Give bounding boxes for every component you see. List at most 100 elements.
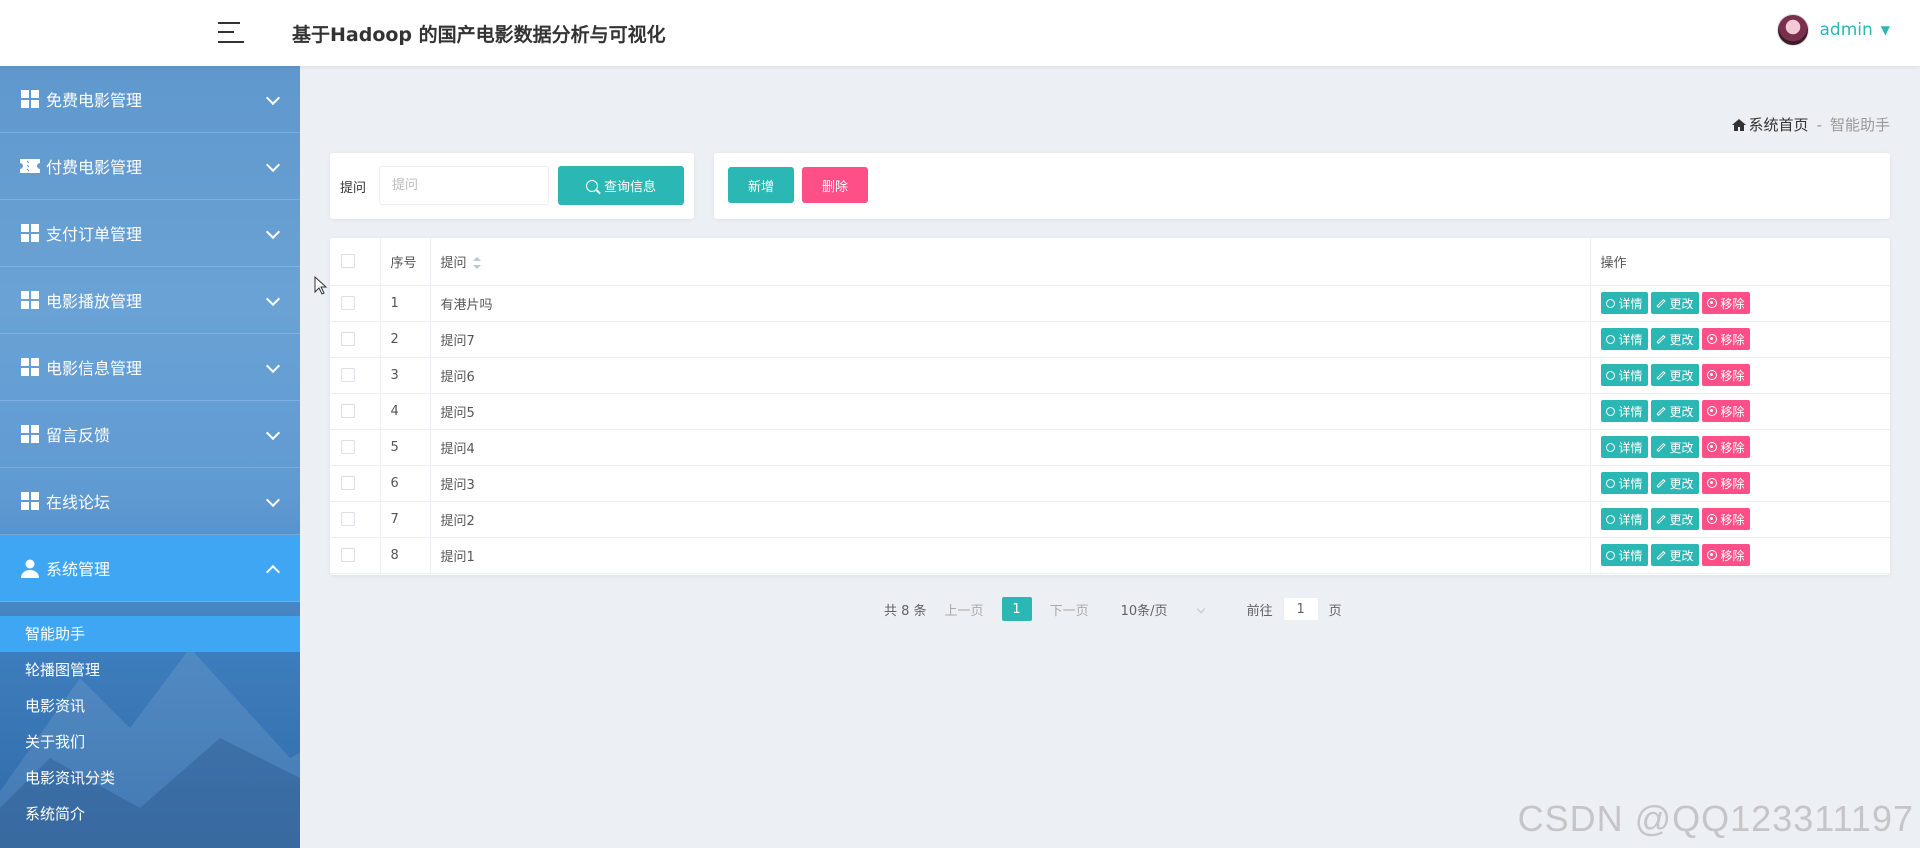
sidebar: 免费电影管理 付费电影管理 支付订单管理 电影播放管理 电影信息管理 留言反馈 …: [0, 66, 300, 848]
row-checkbox[interactable]: [341, 476, 355, 490]
edit-button[interactable]: 更改: [1650, 436, 1699, 458]
sidebar-item-free-movies[interactable]: 免费电影管理: [0, 66, 300, 133]
row-checkbox[interactable]: [341, 368, 355, 382]
detail-button[interactable]: 详情: [1600, 292, 1648, 314]
detail-label: 详情: [1618, 440, 1643, 455]
remove-button[interactable]: 移除: [1701, 292, 1750, 314]
edit-button[interactable]: 更改: [1650, 328, 1699, 350]
search-panel: 提问 查询信息: [330, 153, 694, 219]
sidebar-item-label: 留言反馈: [46, 426, 111, 445]
row-checkbox[interactable]: [341, 548, 355, 562]
remove-button[interactable]: 移除: [1701, 508, 1750, 530]
sort-icon[interactable]: [472, 257, 481, 270]
edit-label: 更改: [1669, 368, 1694, 383]
search-label: 提问: [340, 181, 367, 196]
user-menu[interactable]: admin ▼: [1777, 14, 1890, 46]
question-header[interactable]: 提问: [430, 238, 1591, 286]
row-checkbox[interactable]: [341, 440, 355, 454]
row-seq: 2: [380, 321, 431, 358]
row-ops: 详情 更改 移除: [1590, 501, 1890, 538]
remove-circle-icon: [1706, 370, 1717, 380]
goto-page-input[interactable]: [1282, 597, 1319, 621]
detail-button[interactable]: 详情: [1600, 544, 1648, 566]
remove-button[interactable]: 移除: [1701, 436, 1750, 458]
grid-icon: [20, 89, 40, 109]
table-row: 3 提问6 详情 更改 移除: [330, 357, 1890, 394]
submenu-item-about[interactable]: 关于我们: [0, 724, 300, 760]
sidebar-item-paid-movies[interactable]: 付费电影管理: [0, 133, 300, 200]
detail-label: 详情: [1618, 296, 1643, 311]
sidebar-item-forum[interactable]: 在线论坛: [0, 468, 300, 535]
edit-button[interactable]: 更改: [1650, 508, 1699, 530]
page-size-label: 10条/页: [1120, 603, 1168, 619]
submenu-item-system-intro[interactable]: 系统简介: [0, 796, 300, 832]
select-all-checkbox[interactable]: [341, 254, 355, 269]
add-button[interactable]: 新增: [728, 167, 794, 203]
detail-button[interactable]: 详情: [1600, 328, 1648, 350]
remove-label: 移除: [1720, 476, 1745, 491]
row-check-cell: [330, 501, 381, 538]
chevron-up-icon: [265, 564, 281, 580]
row-seq: 5: [380, 429, 431, 466]
edit-button[interactable]: 更改: [1650, 292, 1699, 314]
edit-label: 更改: [1669, 404, 1694, 419]
sidebar-item-feedback[interactable]: 留言反馈: [0, 401, 300, 468]
submenu-item-carousel[interactable]: 轮播图管理: [0, 652, 300, 688]
detail-button[interactable]: 详情: [1600, 436, 1648, 458]
table-row: 2 提问7 详情 更改 移除: [330, 321, 1890, 358]
submenu-item-movie-news[interactable]: 电影资讯: [0, 688, 300, 724]
detail-button[interactable]: 详情: [1600, 364, 1648, 386]
row-question: 有港片吗: [430, 285, 1591, 322]
search-icon: [1605, 514, 1615, 524]
chevron-down-icon: [265, 291, 281, 307]
remove-circle-icon: [1706, 550, 1717, 560]
query-button[interactable]: 查询信息: [558, 166, 684, 205]
submenu-item-assistant[interactable]: 智能助手: [0, 616, 300, 652]
row-checkbox[interactable]: [341, 512, 355, 526]
breadcrumb-home[interactable]: 系统首页: [1731, 114, 1809, 135]
sidebar-item-label: 付费电影管理: [46, 158, 143, 177]
user-name: admin: [1819, 20, 1873, 40]
search-icon: [1605, 406, 1615, 416]
remove-label: 移除: [1720, 368, 1745, 383]
edit-button[interactable]: 更改: [1650, 472, 1699, 494]
row-checkbox[interactable]: [341, 296, 355, 310]
sidebar-item-payment-orders[interactable]: 支付订单管理: [0, 200, 300, 267]
remove-button[interactable]: 移除: [1701, 544, 1750, 566]
row-check-cell: [330, 429, 381, 466]
pencil-icon: [1655, 514, 1666, 524]
edit-button[interactable]: 更改: [1650, 544, 1699, 566]
detail-label: 详情: [1618, 368, 1643, 383]
breadcrumb-current: 智能助手: [1829, 116, 1890, 134]
mouse-cursor-icon: [314, 276, 328, 295]
prev-page-button[interactable]: 上一页: [945, 600, 984, 619]
question-search-input[interactable]: [379, 166, 549, 205]
remove-button[interactable]: 移除: [1701, 400, 1750, 422]
row-checkbox[interactable]: [341, 332, 355, 346]
next-page-button[interactable]: 下一页: [1050, 600, 1089, 619]
sidebar-item-movie-info[interactable]: 电影信息管理: [0, 334, 300, 401]
page-size-select[interactable]: 10条/页: [1121, 600, 1211, 619]
remove-button[interactable]: 移除: [1701, 472, 1750, 494]
remove-circle-icon: [1706, 442, 1717, 452]
submenu-item-news-category[interactable]: 电影资讯分类: [0, 760, 300, 796]
remove-button[interactable]: 移除: [1701, 328, 1750, 350]
pagination: 共 8 条 上一页 1 下一页 10条/页 前往 页: [884, 597, 1342, 621]
menu-toggle-icon[interactable]: [218, 20, 244, 44]
remove-button[interactable]: 移除: [1701, 364, 1750, 386]
detail-button[interactable]: 详情: [1600, 400, 1648, 422]
detail-button[interactable]: 详情: [1600, 508, 1648, 530]
delete-button[interactable]: 删除: [802, 167, 868, 203]
edit-button[interactable]: 更改: [1650, 364, 1699, 386]
table-row: 7 提问2 详情 更改 移除: [330, 501, 1890, 538]
query-button-label: 查询信息: [603, 180, 656, 195]
pencil-icon: [1655, 478, 1666, 488]
sidebar-item-movie-playback[interactable]: 电影播放管理: [0, 267, 300, 334]
pencil-icon: [1655, 442, 1666, 452]
detail-button[interactable]: 详情: [1600, 472, 1648, 494]
edit-button[interactable]: 更改: [1650, 400, 1699, 422]
row-checkbox[interactable]: [341, 404, 355, 418]
page-number-1[interactable]: 1: [1001, 597, 1032, 621]
sidebar-item-system[interactable]: 系统管理: [0, 535, 300, 602]
select-all-cell: [330, 238, 381, 286]
